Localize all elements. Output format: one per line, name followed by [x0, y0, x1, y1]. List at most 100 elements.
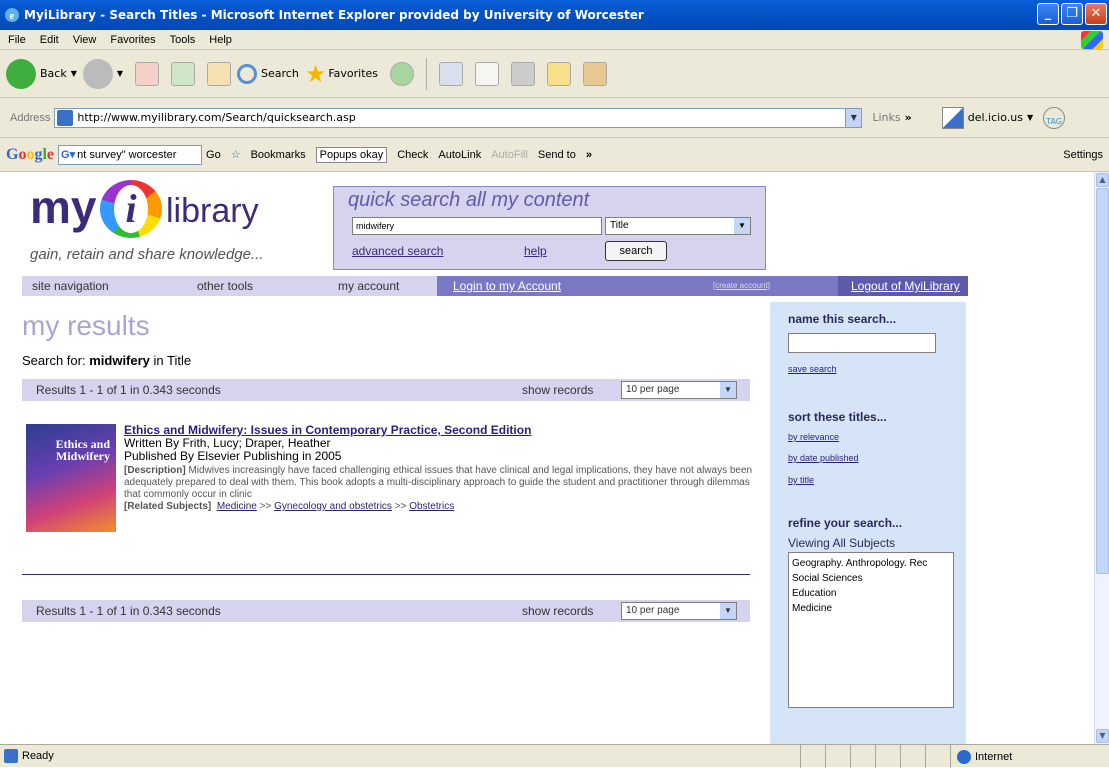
menu-file[interactable]: File: [8, 34, 26, 46]
status-text: Ready: [22, 750, 54, 762]
delicious-button[interactable]: del.icio.us: [968, 111, 1023, 124]
address-label: Address: [10, 111, 51, 124]
save-search-link[interactable]: save search: [788, 364, 837, 374]
sort-by-relevance-link[interactable]: by relevance: [788, 432, 839, 442]
menu-help[interactable]: Help: [209, 34, 232, 46]
create-account-link[interactable]: [create account]: [713, 281, 770, 290]
search-name-input[interactable]: [788, 333, 936, 353]
tag-button[interactable]: TAG: [1043, 106, 1066, 129]
chevron-right-icon[interactable]: »: [905, 111, 912, 124]
subject-link-obstetrics[interactable]: Obstetrics: [409, 501, 454, 512]
menu-edit[interactable]: Edit: [40, 34, 59, 46]
forward-button[interactable]: ▼: [82, 58, 123, 89]
address-dropdown-icon[interactable]: ▼: [845, 108, 862, 127]
per-page-select[interactable]: 10 per page ▼: [621, 381, 737, 399]
search-term: midwifery: [89, 353, 150, 368]
mail-icon[interactable]: [439, 61, 464, 86]
status-bar: Ready Internet: [0, 744, 1109, 768]
list-item[interactable]: Social Sciences: [792, 571, 950, 586]
site-nav-bar: site navigation other tools my account L…: [22, 276, 968, 296]
star-icon: ★: [304, 59, 327, 88]
print-icon[interactable]: [475, 61, 500, 86]
minimize-button[interactable]: _: [1037, 3, 1059, 25]
scroll-thumb[interactable]: [1096, 188, 1109, 574]
search-summary: Search for: midwifery in Title: [22, 353, 192, 368]
close-button[interactable]: ✕: [1085, 3, 1107, 25]
tagline: gain, retain and share knowledge...: [30, 246, 264, 263]
nav-other-tools[interactable]: other tools: [197, 279, 253, 293]
subject-listbox[interactable]: Geography. Anthropology. Rec Social Scie…: [788, 552, 954, 708]
address-url: http://www.myilibrary.com/Search/quickse…: [77, 111, 356, 124]
chevron-down-icon: ▼: [734, 218, 750, 234]
links-label[interactable]: Links: [872, 111, 900, 124]
autofill-button[interactable]: AutoFill: [491, 149, 528, 161]
research-icon[interactable]: [583, 61, 608, 86]
settings-button[interactable]: Settings: [1063, 149, 1103, 161]
logout-link[interactable]: Logout of MyiLibrary: [838, 276, 968, 296]
results-bar-bottom: Results 1 - 1 of 1 in 0.343 seconds show…: [22, 600, 750, 622]
nav-my-account[interactable]: my account: [338, 279, 399, 293]
subject-link-medicine[interactable]: Medicine: [217, 501, 257, 512]
login-link[interactable]: Login to my Account: [453, 279, 561, 293]
google-go-button[interactable]: Go: [206, 149, 221, 161]
list-item[interactable]: Medicine: [792, 601, 950, 616]
results-count: Results 1 - 1 of 1 in 0.343 seconds: [36, 604, 221, 618]
related-subjects: [Related Subjects] Medicine >> Gynecolog…: [124, 501, 455, 512]
popups-button[interactable]: Popups okay: [315, 146, 388, 163]
google-toolbar: Google G▾ nt survey" worcester Go ☆ Bookm…: [0, 138, 1109, 172]
help-link[interactable]: help: [524, 244, 547, 258]
back-button[interactable]: Back ▼: [6, 58, 77, 89]
stop-icon[interactable]: [135, 61, 160, 86]
result-publisher: Published By Elsevier Publishing in 2005: [124, 449, 342, 463]
result-item: Ethics and Midwifery: Issues in Contempo…: [124, 424, 754, 513]
book-cover[interactable]: Ethics and Midwifery: [26, 424, 116, 532]
edit-icon[interactable]: [511, 61, 536, 86]
menu-favorites[interactable]: Favorites: [110, 34, 155, 46]
favorites-button[interactable]: ★ Favorites: [305, 60, 378, 88]
google-search-input[interactable]: G▾ nt survey" worcester: [58, 144, 203, 165]
sendto-button[interactable]: Send to: [538, 149, 576, 161]
divider: [22, 574, 750, 575]
star-icon[interactable]: ☆: [231, 148, 241, 161]
advanced-search-link[interactable]: advanced search: [352, 244, 443, 258]
page-icon: [57, 109, 74, 126]
refine-heading: refine your search...: [788, 516, 903, 530]
chevron-right-icon[interactable]: »: [586, 149, 592, 161]
sidebar: name this search... save search sort the…: [770, 302, 966, 744]
subject-link-gynecology[interactable]: Gynecology and obstetrics: [274, 501, 392, 512]
menu-view[interactable]: View: [73, 34, 97, 46]
menu-bar: File Edit View Favorites Tools Help: [0, 30, 1109, 50]
sort-by-date-link[interactable]: by date published: [788, 453, 859, 463]
show-records-label: show records: [522, 604, 594, 618]
ie-icon: e: [4, 7, 20, 23]
autolink-button[interactable]: AutoLink: [438, 149, 481, 161]
list-item[interactable]: Education: [792, 586, 950, 601]
scroll-down-icon[interactable]: ▼: [1096, 729, 1109, 743]
restore-button[interactable]: ❐: [1061, 3, 1083, 25]
folder-icon[interactable]: [547, 61, 572, 86]
viewing-label: Viewing All Subjects: [788, 536, 896, 550]
history-icon[interactable]: [390, 61, 415, 86]
sort-by-title-link[interactable]: by title: [788, 475, 814, 485]
scroll-up-icon[interactable]: ▲: [1096, 173, 1109, 187]
nav-site-navigation[interactable]: site navigation: [32, 279, 109, 293]
result-description: [Description] Midwives increasingly have…: [124, 465, 753, 500]
refresh-icon[interactable]: [171, 61, 196, 86]
myilibrary-logo[interactable]: my i library gain, retain and share know…: [30, 180, 290, 268]
quick-search-input[interactable]: [352, 217, 602, 235]
search-button[interactable]: Search: [237, 63, 299, 84]
home-icon[interactable]: [207, 61, 232, 86]
menu-tools[interactable]: Tools: [170, 34, 196, 46]
vertical-scrollbar[interactable]: ▲ ▼: [1094, 172, 1109, 744]
address-field[interactable]: http://www.myilibrary.com/Search/quickse…: [54, 107, 863, 128]
page-content: my i library gain, retain and share know…: [0, 172, 1094, 744]
search-field-select[interactable]: Title ▼: [605, 217, 751, 235]
list-item[interactable]: Geography. Anthropology. Rec: [792, 556, 950, 571]
address-bar: Address http://www.myilibrary.com/Search…: [0, 98, 1109, 138]
per-page-select[interactable]: 10 per page ▼: [621, 602, 737, 620]
search-button[interactable]: search: [605, 241, 667, 261]
check-button[interactable]: Check: [397, 149, 428, 161]
globe-icon: [957, 749, 971, 764]
account-bar: Login to my Account [create account] Log…: [437, 276, 968, 296]
bookmarks-button[interactable]: Bookmarks: [251, 149, 306, 161]
